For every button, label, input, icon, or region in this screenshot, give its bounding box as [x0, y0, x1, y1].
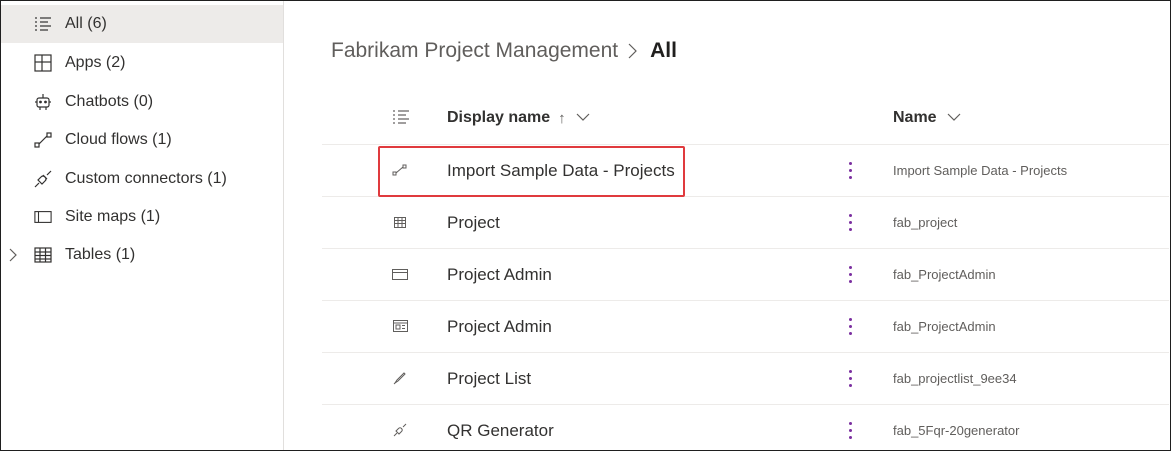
- sidebar-item-chatbots[interactable]: Chatbots (0): [1, 83, 283, 121]
- sidebar-item-site-maps[interactable]: Site maps (1): [1, 198, 283, 236]
- sidebar-item-count: (2): [105, 54, 126, 71]
- sidebar: All (6) Apps (2) Chatbots (0) Cloud flow…: [1, 1, 284, 450]
- display-name-cell[interactable]: Project Admin: [447, 265, 552, 285]
- model-app-icon: [392, 318, 408, 334]
- breadcrumb-current: All: [650, 39, 677, 62]
- sidebar-item-label: Apps: [65, 54, 102, 71]
- bot-icon: [34, 93, 52, 111]
- display-name-cell[interactable]: Project List: [447, 369, 531, 389]
- table-row[interactable]: Import Sample Data - Projects Import Sam…: [322, 145, 1169, 197]
- display-name-cell[interactable]: Project: [447, 213, 500, 233]
- table-icon: [392, 214, 408, 230]
- table-row[interactable]: QR Generator fab_5Fqr-20generator: [322, 405, 1169, 451]
- sidebar-item-label: Chatbots: [65, 93, 130, 110]
- more-options-icon[interactable]: [844, 313, 856, 339]
- flow-icon: [34, 131, 52, 149]
- name-cell: fab_project: [893, 215, 958, 230]
- sidebar-item-custom-connectors[interactable]: Custom connectors (1): [1, 160, 283, 198]
- sidebar-item-label: All: [65, 15, 83, 32]
- chevron-right-icon[interactable]: [7, 248, 19, 262]
- sidebar-item-label: Custom connectors: [65, 170, 203, 187]
- breadcrumb-root[interactable]: Fabrikam Project Management: [331, 39, 618, 63]
- sidebar-item-cloud-flows[interactable]: Cloud flows (1): [1, 121, 283, 159]
- table-row[interactable]: Project fab_project: [322, 197, 1169, 249]
- table-row[interactable]: Project Admin fab_ProjectAdmin: [322, 249, 1169, 301]
- name-cell: fab_ProjectAdmin: [893, 267, 996, 282]
- name-cell: fab_projectlist_9ee34: [893, 371, 1017, 386]
- display-name-cell[interactable]: QR Generator: [447, 421, 554, 441]
- name-cell: fab_5Fqr-20generator: [893, 423, 1020, 438]
- sidebar-item-label: Cloud flows: [65, 131, 148, 148]
- name-cell: Import Sample Data - Projects: [893, 163, 1068, 178]
- sidebar-item-label: Site maps: [65, 208, 137, 225]
- more-options-icon[interactable]: [844, 157, 856, 183]
- name-cell: fab_ProjectAdmin: [893, 319, 996, 334]
- list-icon: [34, 15, 52, 33]
- sidebar-item-count: (1): [152, 131, 172, 148]
- sort-ascending-icon: ↑: [558, 109, 566, 127]
- flow-icon: [392, 162, 408, 178]
- sidebar-item-count: (1): [115, 246, 136, 263]
- sidebar-item-count: (6): [87, 15, 107, 32]
- breadcrumb: Fabrikam Project Management All: [331, 39, 677, 63]
- display-name-cell[interactable]: Project Admin: [447, 317, 552, 337]
- display-name-cell[interactable]: Import Sample Data - Projects: [447, 161, 675, 181]
- column-header-label: Display name: [447, 109, 551, 126]
- canvas-app-icon: [392, 370, 408, 386]
- column-header-display-name[interactable]: Display name ↑: [447, 109, 590, 127]
- table-row[interactable]: Project Admin fab_ProjectAdmin: [322, 301, 1169, 353]
- main-content: Fabrikam Project Management All Display …: [285, 1, 1169, 450]
- file-type-icon[interactable]: [392, 109, 410, 127]
- connector-icon: [34, 170, 52, 188]
- sidebar-item-apps[interactable]: Apps (2): [1, 44, 283, 82]
- table-row[interactable]: Project List fab_projectlist_9ee34: [322, 353, 1169, 405]
- sidebar-item-label: Tables: [65, 246, 112, 263]
- sidebar-item-all[interactable]: All (6): [1, 5, 283, 43]
- sitemap-icon: [34, 208, 52, 226]
- sidebar-item-tables[interactable]: Tables (1): [1, 236, 283, 274]
- column-header-name[interactable]: Name: [893, 109, 961, 127]
- connector-icon: [392, 422, 408, 438]
- chevron-down-icon: [947, 113, 961, 123]
- chevron-right-icon: [628, 43, 640, 59]
- more-options-icon[interactable]: [844, 365, 856, 391]
- apps-icon: [34, 54, 52, 72]
- sidebar-item-count: (1): [207, 170, 227, 187]
- sitemap-icon: [392, 266, 408, 282]
- more-options-icon[interactable]: [844, 261, 856, 287]
- sidebar-item-count: (1): [140, 208, 161, 225]
- grid-header: Display name ↑ Name: [322, 93, 1169, 145]
- sidebar-item-count: (0): [133, 93, 154, 110]
- column-header-label: Name: [893, 109, 937, 126]
- chevron-down-icon: [576, 113, 590, 123]
- table-icon: [34, 246, 52, 264]
- more-options-icon[interactable]: [844, 209, 856, 235]
- more-options-icon[interactable]: [844, 417, 856, 443]
